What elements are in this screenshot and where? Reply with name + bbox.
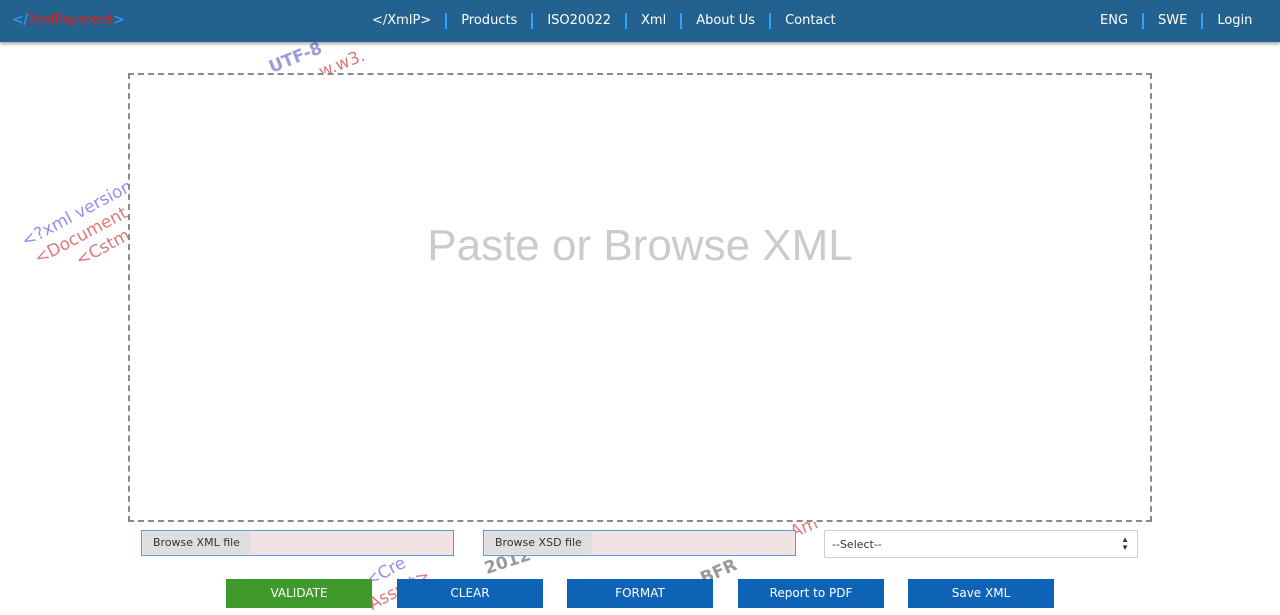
browse-xsd-button[interactable]: Browse XSD file [485,532,592,554]
nav-contact[interactable]: Contact [771,13,850,29]
xml-editor: Paste or Browse XML [128,73,1152,522]
brand-name: XmlPayment [27,12,114,28]
nav-iso20022[interactable]: ISO20022 [533,13,625,29]
main-nav: </XmlP> Products ISO20022 Xml About Us C… [358,0,850,42]
report-to-pdf-button[interactable]: Report to PDF [738,579,884,608]
nav-products[interactable]: Products [447,13,531,29]
login-link[interactable]: Login [1203,13,1266,29]
nav-xmlp[interactable]: </XmlP> [358,13,445,29]
format-button[interactable]: FORMAT [567,579,713,608]
browse-xml-button[interactable]: Browse XML file [143,532,250,554]
nav-about-us[interactable]: About Us [682,13,769,29]
schema-select[interactable]: --Select-- ▲ ▼ [824,530,1138,558]
validate-button[interactable]: VALIDATE [226,579,372,608]
brand-tag-open: </ [12,12,28,28]
brand-logo[interactable]: </XmlPayment> [12,12,125,28]
brand-tag-close: > [113,12,125,28]
xsd-file-input[interactable]: Browse XSD file [483,530,796,556]
xml-file-input[interactable]: Browse XML file [141,530,454,556]
nav-xml[interactable]: Xml [627,13,680,29]
lang-swe[interactable]: SWE [1144,13,1201,29]
save-xml-button[interactable]: Save XML [908,579,1054,608]
xml-input[interactable] [130,75,1150,520]
clear-button[interactable]: CLEAR [397,579,543,608]
lang-eng[interactable]: ENG [1086,13,1142,29]
select-arrows-icon: ▲ ▼ [1121,535,1129,552]
watermark-text: UTF-8 [266,38,326,78]
top-navigation-bar: </XmlPayment> </XmlP> Products ISO20022 … [0,0,1280,42]
select-value: --Select-- [832,538,882,551]
account-nav: ENG SWE Login [1086,0,1266,42]
